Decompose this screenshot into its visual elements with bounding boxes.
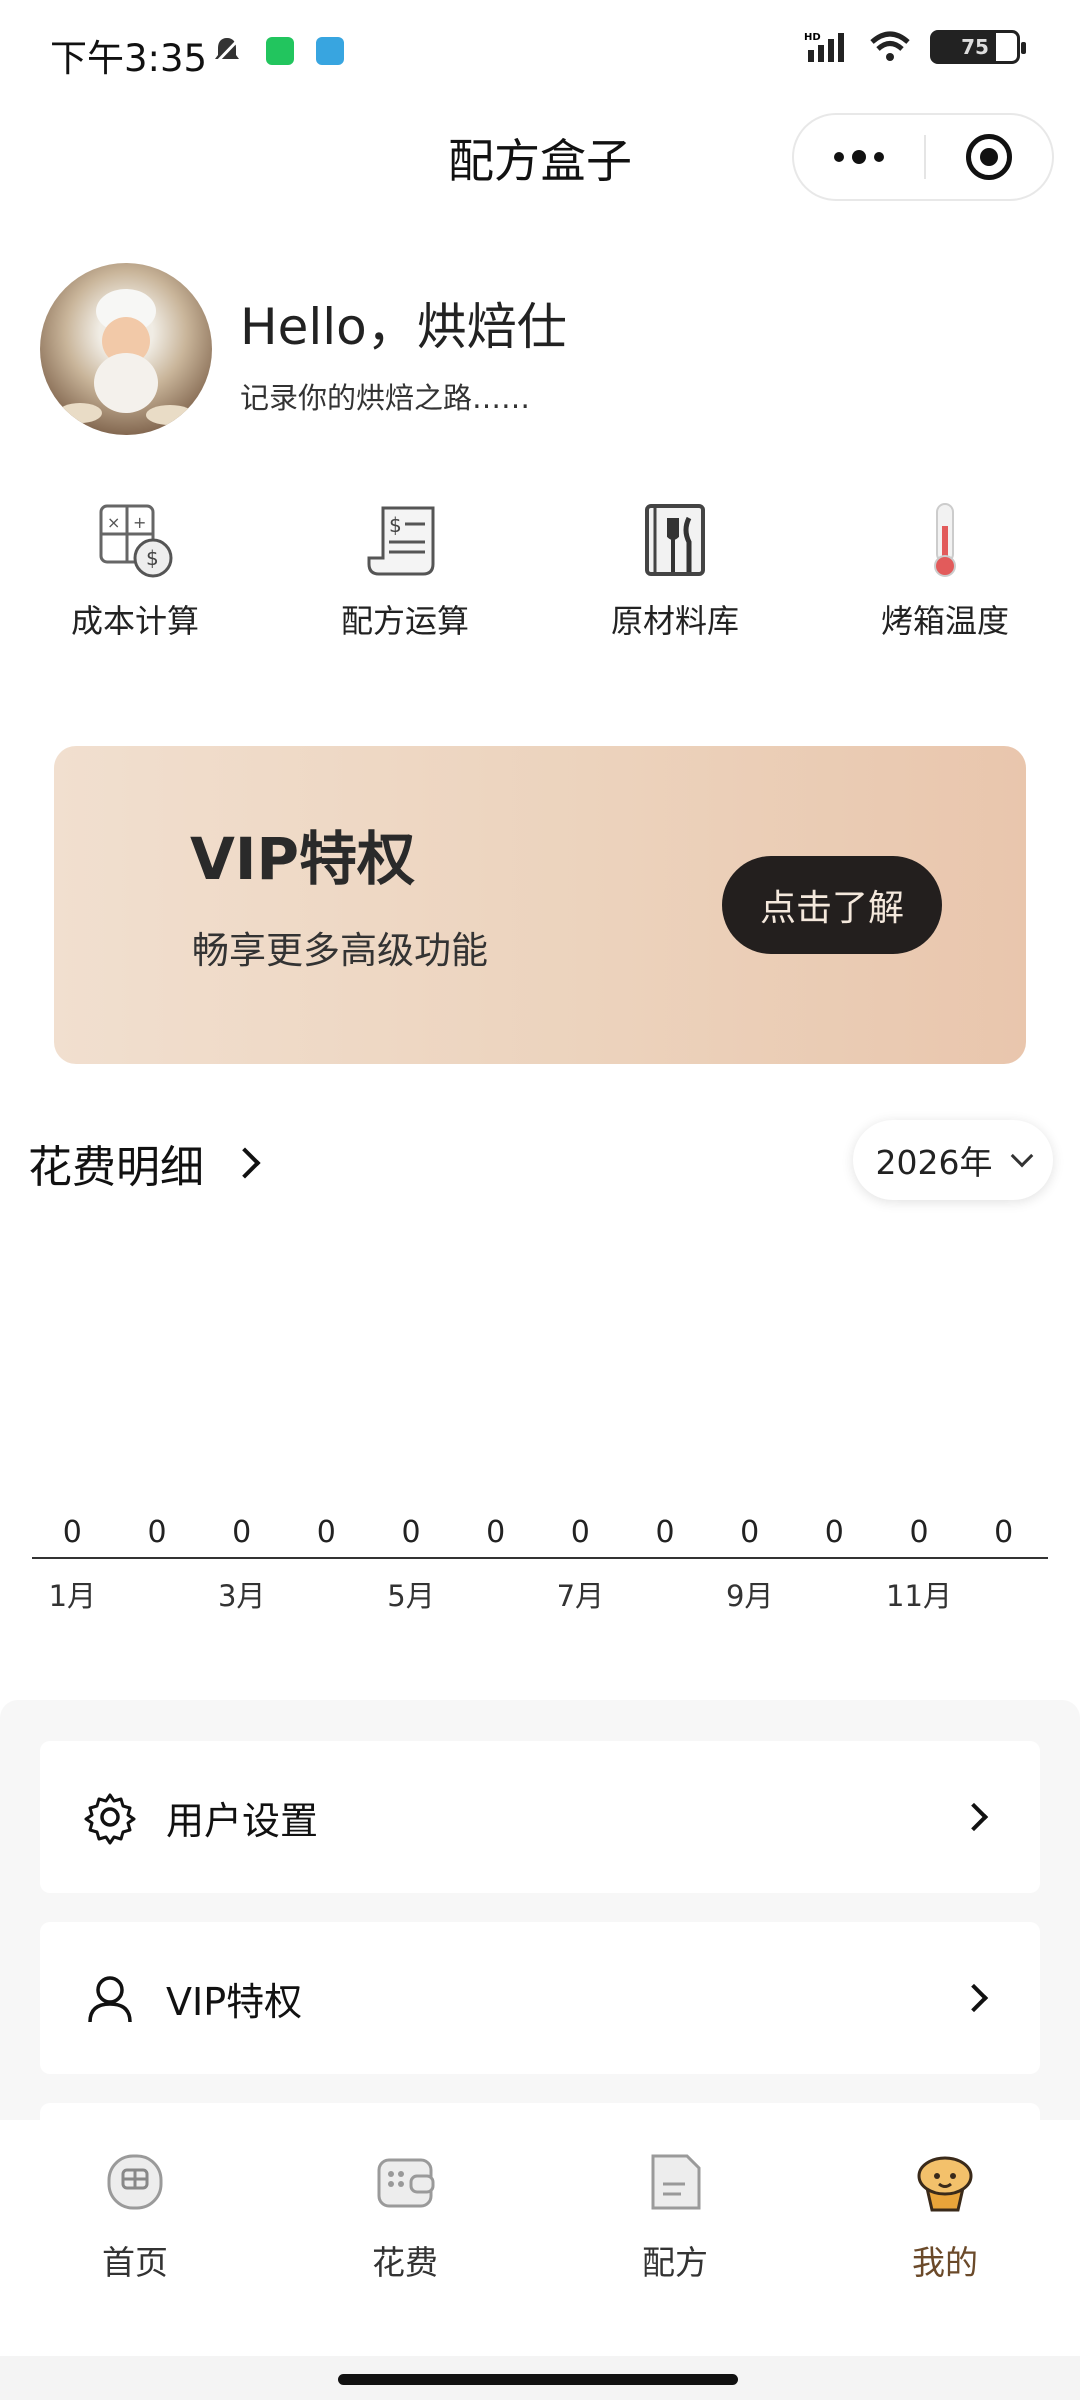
thermometer-icon	[934, 503, 956, 577]
tab-label: 我的	[912, 2243, 978, 2282]
chart-tick-label: 3月	[218, 1579, 265, 1613]
gear-icon	[84, 1793, 136, 1845]
spending-chart: 0 1月 0 0 3月 0 0 5月 0 0 7月 0 0 9月 0 0 11月 0	[32, 1515, 1048, 1613]
vip-learn-more-button[interactable]: 点击了解	[722, 856, 942, 954]
spending-header[interactable]: 花费明细	[28, 1131, 261, 1195]
tool-label: 配方运算	[340, 602, 469, 640]
tab-label: 首页	[102, 2243, 168, 2282]
tab-label: 花费	[372, 2243, 438, 2282]
security-app-icon	[266, 37, 294, 65]
profile-subtitle: 记录你的烘焙之路……	[240, 381, 531, 415]
wifi-icon	[870, 31, 910, 61]
battery-indicator: 75	[930, 30, 1026, 64]
year-select[interactable]: 2026年	[853, 1120, 1053, 1200]
chef-baby-image	[58, 289, 194, 425]
status-time: 下午3:35	[50, 37, 208, 80]
user-icon	[88, 1976, 132, 2023]
bell-muted-icon	[213, 37, 241, 66]
avatar[interactable]	[40, 263, 212, 435]
home-indicator[interactable]	[338, 2374, 738, 2385]
more-button[interactable]	[794, 115, 924, 199]
chart-value-label: 0	[655, 1515, 674, 1550]
chart-value-label: 0	[63, 1515, 82, 1550]
tab-label: 配方	[642, 2243, 708, 2282]
cutlery-book-icon	[645, 504, 705, 576]
mini-program-capsule	[792, 113, 1054, 201]
chart-value-label: 0	[401, 1515, 420, 1550]
chart-tick-label: 11月	[886, 1579, 952, 1613]
chart-value-label: 0	[317, 1515, 336, 1550]
signal-icon: HD	[804, 32, 844, 62]
vip-title: VIP特权	[190, 825, 415, 893]
chart-tick-label: 5月	[387, 1579, 434, 1613]
chevron-right-icon	[959, 1983, 989, 2013]
chart-value-label: 0	[486, 1515, 505, 1550]
recipe-scroll-icon: $	[367, 506, 435, 576]
svg-text:+: +	[133, 513, 146, 532]
tab-bar: 首页 花费 配方 我的	[0, 2120, 1080, 2356]
chart-value-label: 0	[825, 1515, 844, 1550]
home-icon	[107, 2154, 163, 2210]
tool-oven-temp[interactable]: 烤箱温度	[810, 500, 1080, 642]
chart-value-label: 0	[147, 1515, 166, 1550]
calculator-dollar-icon: × + $	[99, 504, 173, 578]
spending-title: 花费明细	[28, 1142, 204, 1193]
tab-recipes[interactable]: 配方	[540, 2120, 810, 2356]
close-button[interactable]	[926, 134, 1052, 180]
tool-label: 烤箱温度	[880, 602, 1009, 640]
settings-item-vip[interactable]: VIP特权	[40, 1922, 1040, 2074]
tool-ingredients[interactable]: 原材料库	[540, 500, 810, 642]
chevron-right-icon	[229, 1147, 261, 1179]
hd-label: HD	[804, 32, 821, 43]
tool-cost-calc[interactable]: × + $ 成本计算	[0, 500, 270, 642]
target-icon	[966, 134, 1012, 180]
muffin-icon	[917, 2156, 973, 2212]
tool-grid: × + $ 成本计算 $ 配方运算 原材料库 烤箱温度	[0, 500, 1080, 642]
tool-label: 成本计算	[70, 602, 199, 640]
settings-item-label: VIP特权	[166, 1979, 303, 2024]
tab-home[interactable]: 首页	[0, 2120, 270, 2356]
tab-spending[interactable]: 花费	[270, 2120, 540, 2356]
dot	[834, 152, 844, 162]
settings-item-label: 用户设置	[166, 1798, 319, 1843]
svg-text:$: $	[146, 546, 159, 570]
chevron-down-icon	[1011, 1144, 1034, 1168]
status-notification-icons	[210, 34, 344, 68]
tool-label: 原材料库	[610, 602, 739, 640]
greeting: Hello，烘焙仕	[240, 298, 567, 356]
dot	[874, 152, 884, 162]
chart-value-label: 0	[740, 1515, 759, 1550]
upload-app-icon	[316, 37, 344, 65]
chart-tick-label: 1月	[49, 1579, 96, 1613]
settings-item-user[interactable]: 用户设置	[40, 1741, 1040, 1893]
svg-text:×: ×	[107, 513, 120, 532]
chart-value-label: 0	[909, 1515, 928, 1550]
status-system-icons: HD 75	[804, 30, 1026, 64]
year-value: 2026年	[875, 1143, 993, 1182]
svg-text:$: $	[389, 513, 402, 537]
dot	[852, 150, 866, 164]
vip-subtitle: 畅享更多高级功能	[192, 929, 488, 972]
chart-value-label: 0	[994, 1515, 1013, 1550]
chart-value-label: 0	[232, 1515, 251, 1550]
battery-level: 75	[961, 35, 989, 59]
tool-recipe-calc[interactable]: $ 配方运算	[270, 500, 540, 642]
recipe-icon	[651, 2154, 701, 2210]
wallet-icon	[377, 2158, 435, 2208]
chart-value-label: 0	[571, 1515, 590, 1550]
chart-tick-label: 9月	[726, 1579, 773, 1613]
tab-mine[interactable]: 我的	[810, 2120, 1080, 2356]
chevron-right-icon	[959, 1802, 989, 1832]
chart-tick-label: 7月	[557, 1579, 604, 1613]
